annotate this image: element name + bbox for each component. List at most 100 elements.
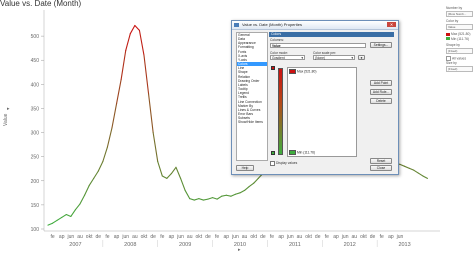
line-segment[interactable] <box>189 198 195 201</box>
columns-field[interactable]: Value <box>270 43 366 48</box>
line-segment[interactable] <box>106 127 113 148</box>
line-segment[interactable] <box>180 177 186 191</box>
line-segment[interactable] <box>244 186 250 191</box>
max-stop-swatch[interactable] <box>289 69 296 74</box>
line-segment[interactable] <box>47 222 54 226</box>
add-point-button[interactable]: Add Point <box>370 80 392 86</box>
y-axis: 100 150 200 250 300 350 400 450 500 <box>31 10 45 233</box>
y-tick-label: 250 <box>31 155 40 161</box>
line-segment[interactable] <box>129 24 136 35</box>
close-button[interactable]: Close <box>370 165 392 171</box>
color-by-selector[interactable]: Value <box>446 24 473 31</box>
line-segment[interactable] <box>143 54 150 95</box>
line-segment[interactable] <box>93 170 99 179</box>
dialog-titlebar[interactable]: Value vs. Date (Month) Properties ✕ <box>232 21 398 30</box>
line-segment[interactable] <box>70 209 76 218</box>
line-segment[interactable] <box>116 78 122 105</box>
line-segment[interactable] <box>138 29 145 56</box>
max-stop-row[interactable]: Max (521.80) <box>289 69 317 74</box>
close-icon[interactable]: ✕ <box>387 22 396 27</box>
line-segment[interactable] <box>413 169 419 174</box>
line-segment[interactable] <box>212 197 218 200</box>
line-segment[interactable] <box>216 195 223 200</box>
scale-select[interactable]: (None) ▾ <box>313 55 355 60</box>
line-segment[interactable] <box>404 165 410 169</box>
line-segment[interactable] <box>207 197 214 200</box>
line-segment[interactable] <box>422 175 428 179</box>
y-axis-collapse-icon[interactable]: ▸ <box>7 106 10 112</box>
x-month-tick-label: okt <box>360 234 367 240</box>
nav-item-show-hide-items[interactable]: Show/Hide Items <box>237 120 267 124</box>
line-segment[interactable] <box>399 163 406 167</box>
properties-dialog: Value vs. Date (Month) Properties ✕ Gene… <box>231 20 399 175</box>
line-segment[interactable] <box>74 203 81 211</box>
line-segment[interactable] <box>88 177 95 187</box>
line-segment[interactable] <box>225 194 232 197</box>
help-button[interactable]: Help <box>236 165 254 171</box>
line-segment[interactable] <box>65 213 72 218</box>
line-segment[interactable] <box>134 24 140 31</box>
line-segment[interactable] <box>152 132 159 163</box>
x-month-tick-label: ap <box>333 234 339 240</box>
number-by-label: Number by <box>446 6 463 10</box>
line-segment[interactable] <box>175 166 182 179</box>
line-segment[interactable] <box>52 219 58 224</box>
line-segment[interactable] <box>157 160 163 177</box>
x-month-tick-label: ap <box>224 234 230 240</box>
line-segment[interactable] <box>248 182 255 188</box>
max-color-swatch <box>446 33 450 37</box>
line-segment[interactable] <box>239 189 246 194</box>
line-segment[interactable] <box>184 189 191 200</box>
line-segment[interactable] <box>79 194 86 205</box>
y-tick-label: 150 <box>31 203 40 209</box>
reset-button[interactable]: Reset <box>370 158 392 164</box>
min-stop-row[interactable]: Min (111.76) <box>289 150 315 155</box>
line-segment[interactable] <box>230 193 236 197</box>
line-segment[interactable] <box>193 198 200 201</box>
gradient-bar[interactable] <box>278 68 283 155</box>
x-month-tick-label: au <box>242 234 248 240</box>
x-month-tick-label: jun <box>341 234 349 240</box>
line-segment[interactable] <box>166 172 172 179</box>
line-segment[interactable] <box>161 175 168 179</box>
line-segment[interactable] <box>120 50 127 81</box>
line-segment[interactable] <box>111 103 118 129</box>
scale-value: (None) <box>315 56 326 60</box>
shape-by-selector[interactable]: (Fixed) <box>446 48 473 55</box>
line-segment[interactable] <box>198 198 204 201</box>
line-segment[interactable] <box>234 192 241 195</box>
line-segment[interactable] <box>56 216 63 221</box>
display-values-checkbox[interactable] <box>270 161 275 166</box>
line-segment[interactable] <box>202 198 209 201</box>
x-month-tick-label: jun <box>396 234 404 240</box>
min-stop-handle[interactable] <box>271 151 275 155</box>
size-by-selector[interactable]: (Fixed) <box>446 66 473 73</box>
y-tick-label: 200 <box>31 179 40 185</box>
number-by-selector[interactable]: (Row Numb... <box>446 11 473 18</box>
settings-button[interactable]: Settings... <box>370 42 392 48</box>
x-month-tick-label: de <box>150 234 156 240</box>
delete-button[interactable]: Delete <box>370 98 392 104</box>
line-segment[interactable] <box>125 33 131 52</box>
color-mode-select[interactable]: Gradient ▾ <box>270 55 305 60</box>
add-rule-button[interactable]: Add Rule... <box>370 89 392 95</box>
max-stop-handle[interactable] <box>271 66 275 70</box>
line-segment[interactable] <box>417 172 424 177</box>
x-month-tick-label: fe <box>325 234 329 240</box>
line-segment[interactable] <box>170 166 177 175</box>
max-stop-label: Max (521.80) <box>297 69 317 74</box>
palette-menu-icon[interactable]: ▾ <box>358 55 365 60</box>
x-year-label: 2009 <box>179 242 191 248</box>
color-by-label: Color by <box>446 19 459 24</box>
line-segment[interactable] <box>253 177 259 184</box>
columns-label: Columns: <box>270 38 284 42</box>
legend-min-entry[interactable]: Min (111.76) <box>446 37 473 41</box>
line-segment[interactable] <box>221 194 227 197</box>
line-segment[interactable] <box>97 160 104 172</box>
line-segment[interactable] <box>61 213 67 218</box>
line-segment[interactable] <box>408 167 415 171</box>
line-segment[interactable] <box>148 93 154 134</box>
line-segment[interactable] <box>84 185 90 196</box>
min-stop-swatch[interactable] <box>289 150 296 155</box>
line-segment[interactable] <box>102 146 108 163</box>
